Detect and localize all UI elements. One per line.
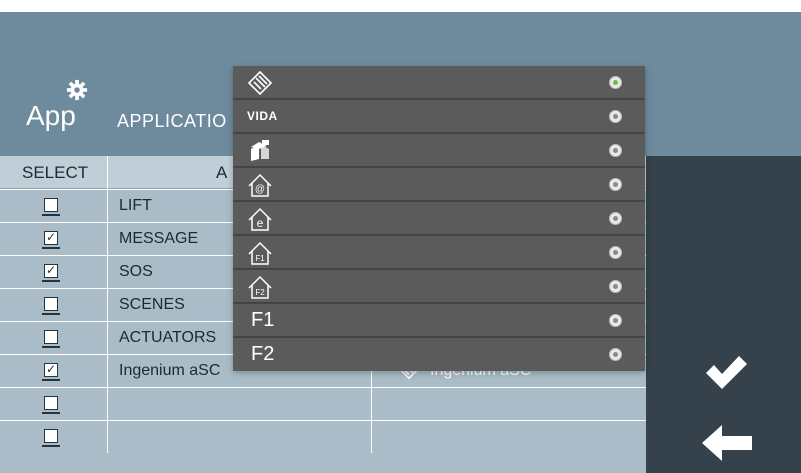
select-checkbox[interactable]	[42, 198, 60, 216]
checkmark-icon: ✓	[46, 263, 57, 277]
house-f2-icon: F2	[248, 275, 272, 299]
dropdown-option-cube[interactable]	[233, 134, 645, 168]
radio-button[interactable]	[609, 348, 622, 361]
option-label: F1	[251, 309, 275, 331]
vida-logo: VIDA	[247, 109, 278, 123]
ingenium-icon	[247, 71, 273, 95]
dropdown-option-f2[interactable]: F2	[233, 338, 645, 372]
select-checkbox[interactable]: ✓	[42, 230, 60, 249]
select-checkbox[interactable]: ✓	[42, 263, 60, 282]
house-e-icon: e	[248, 207, 272, 231]
check-icon[interactable]	[703, 352, 749, 392]
select-cell: ✓	[0, 355, 108, 387]
house-e-label: e	[257, 216, 264, 230]
application-name	[108, 388, 372, 420]
dropdown-option-ingenium[interactable]	[233, 66, 645, 100]
top-strip	[0, 0, 801, 12]
select-cell: ✓	[0, 223, 108, 255]
select-cell	[0, 190, 108, 222]
radio-button[interactable]	[609, 76, 622, 89]
house-f1-icon: F1	[248, 241, 272, 265]
application-dropdown[interactable]: VIDA @ e F1 F2 F1 F2	[233, 66, 645, 371]
checkmark-icon: ✓	[46, 362, 57, 376]
radio-button[interactable]	[609, 178, 622, 191]
gear-icon[interactable]	[66, 79, 88, 101]
dropdown-option-f1[interactable]: F1	[233, 304, 645, 338]
select-checkbox[interactable]	[42, 396, 60, 414]
assigned-application[interactable]	[372, 421, 646, 453]
select-cell: ✓	[0, 256, 108, 288]
table-row[interactable]	[0, 387, 646, 420]
house-at-label: @	[255, 184, 265, 195]
column-header-select: SELECT	[0, 156, 108, 189]
select-checkbox[interactable]	[42, 330, 60, 348]
checkmark-icon: ✓	[46, 230, 57, 244]
arrow-left-icon[interactable]	[700, 422, 754, 464]
house-at-icon: @	[248, 173, 272, 197]
column-header-application: A	[216, 163, 228, 182]
page-subtitle: APPLICATIO	[117, 111, 227, 131]
house-f2-label: F2	[255, 288, 265, 297]
select-checkbox[interactable]	[42, 429, 60, 447]
radio-button[interactable]	[609, 212, 622, 225]
radio-button[interactable]	[609, 144, 622, 157]
radio-button[interactable]	[609, 246, 622, 259]
select-cell	[0, 289, 108, 321]
dropdown-option-house-f2[interactable]: F2	[233, 270, 645, 304]
radio-button[interactable]	[609, 110, 622, 123]
house-f1-label: F1	[255, 254, 265, 263]
select-cell	[0, 322, 108, 354]
select-checkbox[interactable]: ✓	[42, 362, 60, 381]
select-cell	[0, 421, 108, 453]
dropdown-option-vida[interactable]: VIDA	[233, 100, 645, 134]
assigned-application[interactable]	[372, 388, 646, 420]
table-row[interactable]	[0, 420, 646, 453]
select-cell	[0, 388, 108, 420]
radio-button[interactable]	[609, 314, 622, 327]
dropdown-option-house-f1[interactable]: F1	[233, 236, 645, 270]
dropdown-option-house-at[interactable]: @	[233, 168, 645, 202]
option-label: F2	[251, 343, 275, 365]
dropdown-option-house-e[interactable]: e	[233, 202, 645, 236]
app-title: App	[26, 100, 76, 131]
radio-button[interactable]	[609, 280, 622, 293]
cube-icon	[251, 140, 269, 161]
application-name	[108, 421, 372, 453]
select-checkbox[interactable]	[42, 297, 60, 315]
